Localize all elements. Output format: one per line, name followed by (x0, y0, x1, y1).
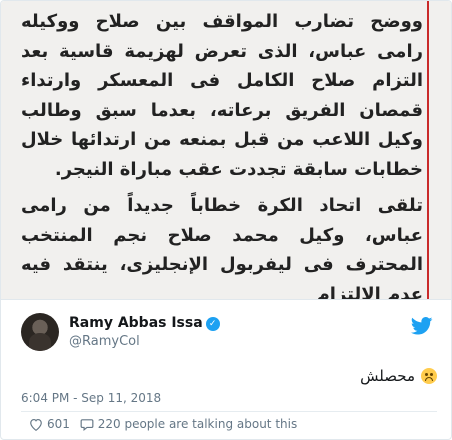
upside-down-face-icon (421, 368, 437, 384)
reply-conversation-button[interactable]: 220 people are talking about this (80, 417, 297, 431)
tweet-timestamp[interactable]: 6:04 PM - Sep 11, 2018 (21, 391, 161, 405)
tweet-text-body: محصلش (360, 367, 415, 385)
tweet-text: محصلش (360, 367, 437, 385)
speech-bubble-icon (80, 418, 94, 431)
tweet-header: Ramy Abbas Issa ✓ @RamyCol (21, 313, 437, 353)
twitter-bird-icon[interactable] (411, 317, 433, 335)
divider (21, 411, 437, 412)
article-text: ووضح تضارب المواقف بين صلاح ووكيله رامى … (21, 7, 423, 300)
like-count: 601 (47, 417, 70, 431)
author-name-text: Ramy Abbas Issa (69, 315, 203, 331)
avatar[interactable] (21, 313, 59, 351)
article-paragraph-1: ووضح تضارب المواقف بين صلاح ووكيله رامى … (21, 11, 423, 180)
tweet-actions: 601 220 people are talking about this (29, 417, 303, 434)
like-button[interactable]: 601 (29, 417, 70, 431)
verified-badge-icon: ✓ (205, 317, 220, 331)
tweet-card: ووضح تضارب المواقف بين صلاح ووكيله رامى … (0, 0, 452, 440)
author-name[interactable]: Ramy Abbas Issa ✓ (69, 315, 220, 331)
article-screenshot-image[interactable]: ووضح تضارب المواقف بين صلاح ووكيله رامى … (1, 1, 451, 300)
author-handle[interactable]: @RamyCol (69, 334, 140, 349)
talking-count: 220 people are talking about this (97, 417, 298, 431)
article-paragraph-2: تلقى اتحاد الكرة خطاباً جديداً من رامى ع… (21, 195, 423, 300)
heart-icon (30, 418, 42, 431)
